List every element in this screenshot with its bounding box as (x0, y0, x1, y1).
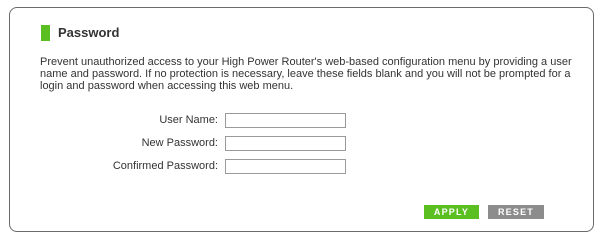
user-name-row: User Name: (0, 113, 602, 128)
new-password-input[interactable] (225, 136, 346, 151)
confirmed-password-input[interactable] (225, 159, 346, 174)
reset-button[interactable]: RESET (488, 205, 544, 219)
confirmed-password-label: Confirmed Password: (112, 160, 218, 172)
new-password-label: New Password: (141, 137, 218, 149)
section-marker (41, 25, 50, 41)
user-name-input[interactable] (225, 113, 346, 128)
section-title: Password (58, 25, 120, 40)
new-password-row: New Password: (0, 136, 602, 151)
apply-button[interactable]: APPLY (424, 205, 479, 219)
confirmed-password-row: Confirmed Password: (0, 159, 602, 174)
user-name-label: User Name: (159, 114, 218, 126)
section-header: Password (41, 25, 119, 41)
section-description: Prevent unauthorized access to your High… (40, 56, 572, 92)
